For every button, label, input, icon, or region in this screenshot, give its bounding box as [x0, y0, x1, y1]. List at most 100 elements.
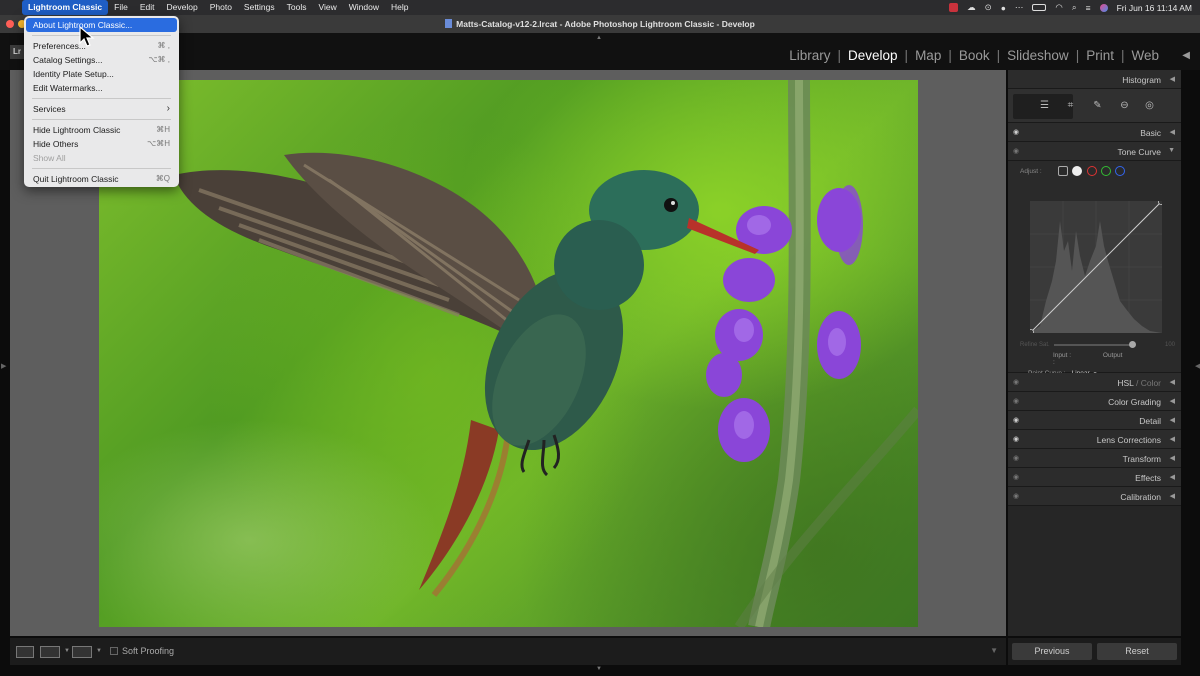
module-menu-arrow-icon[interactable]: ◀	[1182, 50, 1190, 61]
chevron-down-icon[interactable]: ▼	[64, 648, 70, 654]
eye-icon[interactable]: ◉	[1013, 378, 1019, 386]
healing-icon[interactable]: ✎	[1091, 99, 1104, 112]
loupe-view-button[interactable]	[16, 646, 34, 658]
before-after-tb-button[interactable]	[72, 646, 92, 658]
record-icon[interactable]: ●	[1001, 3, 1006, 13]
menu-app[interactable]: Lightroom Classic	[22, 0, 109, 15]
top-panel-toggle-icon[interactable]: ▲	[596, 35, 602, 41]
collapse-icon[interactable]: ◀	[1170, 397, 1175, 405]
left-panel-toggle-icon[interactable]: ▶	[1, 362, 6, 370]
eye-icon[interactable]: ◉	[1013, 128, 1019, 136]
eye-icon[interactable]: ◉	[1013, 473, 1019, 481]
eye-icon[interactable]: ◉	[1013, 435, 1019, 443]
red-eye-icon[interactable]: ⊖	[1118, 99, 1131, 112]
collapse-icon[interactable]: ◀	[1170, 378, 1175, 386]
menu-item-about[interactable]: About Lightroom Classic...	[26, 18, 177, 32]
menu-item-quit[interactable]: Quit Lightroom Classic ⌘Q	[24, 172, 179, 186]
module-slideshow[interactable]: Slideshow	[1000, 48, 1076, 63]
red-channel-icon[interactable]	[1087, 166, 1097, 176]
refine-saturation-handle[interactable]	[1129, 341, 1136, 348]
parametric-curve-icon[interactable]	[1058, 166, 1068, 176]
wifi-icon[interactable]: ◠	[1055, 2, 1062, 13]
menu-settings[interactable]: Settings	[238, 0, 281, 15]
collapse-icon[interactable]: ◀	[1170, 128, 1175, 136]
collapse-icon[interactable]: ◀	[1170, 75, 1175, 83]
eye-icon[interactable]: ◉	[1013, 147, 1019, 155]
crop-icon[interactable]: ⌗	[1064, 99, 1077, 112]
module-map[interactable]: Map	[908, 48, 948, 63]
control-center-icon[interactable]: ≡	[1086, 3, 1091, 13]
filmstrip-toggle-icon[interactable]: ▼	[596, 666, 602, 672]
menu-item-edit-watermarks[interactable]: Edit Watermarks...	[24, 81, 179, 95]
menu-edit[interactable]: Edit	[134, 0, 161, 15]
more-icon[interactable]: ⋯	[1015, 2, 1024, 13]
eye-icon[interactable]: ◉	[1013, 454, 1019, 462]
panel-hsl-color[interactable]: ◉ HSL / Color ◀	[1008, 373, 1181, 392]
menu-item-show-all: Show All	[33, 153, 66, 163]
module-develop[interactable]: Develop	[841, 48, 905, 63]
panel-histogram[interactable]: Histogram ◀	[1008, 70, 1181, 89]
panel-transform[interactable]: ◉ Transform ◀	[1008, 449, 1181, 468]
panel-effects[interactable]: ◉ Effects ◀	[1008, 468, 1181, 487]
menu-item-identity-plate[interactable]: Identity Plate Setup...	[24, 67, 179, 81]
menu-item-catalog-settings[interactable]: Catalog Settings... ⌥⌘ ,	[24, 53, 179, 67]
shortcut-label: ⌘Q	[155, 174, 170, 183]
collapse-icon[interactable]: ◀	[1170, 454, 1175, 462]
panel-color-title[interactable]: Color	[1141, 378, 1161, 388]
module-web[interactable]: Web	[1124, 48, 1166, 63]
menu-window[interactable]: Window	[343, 0, 385, 15]
collapse-icon[interactable]: ◀	[1170, 416, 1175, 424]
eye-icon[interactable]: ◉	[1013, 492, 1019, 500]
menu-view[interactable]: View	[312, 0, 342, 15]
refine-saturation-slider[interactable]	[1054, 344, 1134, 346]
soft-proofing-toggle[interactable]: Soft Proofing	[110, 646, 174, 656]
menu-item-services[interactable]: Services ›	[24, 102, 179, 116]
reset-button[interactable]: Reset	[1097, 643, 1177, 660]
edit-sliders-icon[interactable]: ☰	[1038, 99, 1051, 112]
menu-item-hide-app[interactable]: Hide Lightroom Classic ⌘H	[24, 123, 179, 137]
collapse-icon[interactable]: ◀	[1170, 492, 1175, 500]
green-channel-icon[interactable]	[1101, 166, 1111, 176]
menu-develop[interactable]: Develop	[161, 0, 204, 15]
clock-text[interactable]: Fri Jun 16 11:14 AM	[1117, 3, 1192, 13]
panel-color-grading[interactable]: ◉ Color Grading ◀	[1008, 392, 1181, 411]
right-panel-toggle-icon[interactable]: ◀	[1195, 362, 1200, 370]
module-book[interactable]: Book	[952, 48, 997, 63]
play-icon[interactable]: ⊙	[985, 2, 992, 13]
creative-cloud-icon[interactable]: ☁	[967, 2, 976, 13]
panel-detail[interactable]: ◉ Detail ◀	[1008, 411, 1181, 430]
panel-hsl-title[interactable]: HSL	[1117, 378, 1133, 388]
menu-tools[interactable]: Tools	[281, 0, 313, 15]
battery-icon[interactable]	[1032, 4, 1047, 11]
panel-calibration[interactable]: ◉ Calibration ◀	[1008, 487, 1181, 506]
panel-lens-corrections[interactable]: ◉ Lens Corrections ◀	[1008, 430, 1181, 449]
blue-channel-icon[interactable]	[1115, 166, 1125, 176]
panel-tone-curve-title: Tone Curve	[1117, 147, 1161, 157]
masking-icon[interactable]: ◎	[1143, 99, 1156, 112]
collapse-icon[interactable]: ◀	[1170, 473, 1175, 481]
soft-proofing-checkbox[interactable]	[110, 647, 118, 655]
menu-item-preferences[interactable]: Preferences... ⌘ ,	[24, 39, 179, 53]
module-library[interactable]: Library	[782, 48, 837, 63]
menu-help[interactable]: Help	[385, 0, 414, 15]
menu-file[interactable]: File	[108, 0, 134, 15]
menu-item-hide-others[interactable]: Hide Others ⌥⌘H	[24, 137, 179, 151]
search-icon[interactable]: ⌕	[1072, 2, 1077, 13]
point-curve-icon[interactable]	[1072, 166, 1082, 176]
panel-tone-curve[interactable]: ◉ Tone Curve ▼	[1008, 142, 1181, 161]
eye-icon[interactable]: ◉	[1013, 416, 1019, 424]
chevron-down-icon[interactable]: ▼	[96, 648, 102, 654]
eye-icon[interactable]: ◉	[1013, 397, 1019, 405]
red-app-icon[interactable]	[949, 3, 959, 12]
collapse-icon[interactable]: ◀	[1170, 435, 1175, 443]
previous-button[interactable]: Previous	[1012, 643, 1092, 660]
module-print[interactable]: Print	[1079, 48, 1121, 63]
tone-curve-graph[interactable]	[1030, 201, 1162, 333]
siri-icon[interactable]	[1099, 3, 1108, 12]
menu-photo[interactable]: Photo	[204, 0, 238, 15]
before-after-lr-button[interactable]	[40, 646, 60, 658]
tone-curve-body: Adjust : Refine Sat. 100 Input: Output …	[1008, 161, 1181, 377]
expand-icon[interactable]: ▼	[1168, 147, 1175, 154]
toolbar-menu-icon[interactable]: ▼	[990, 646, 998, 655]
panel-basic[interactable]: ◉ Basic ◀	[1008, 123, 1181, 142]
